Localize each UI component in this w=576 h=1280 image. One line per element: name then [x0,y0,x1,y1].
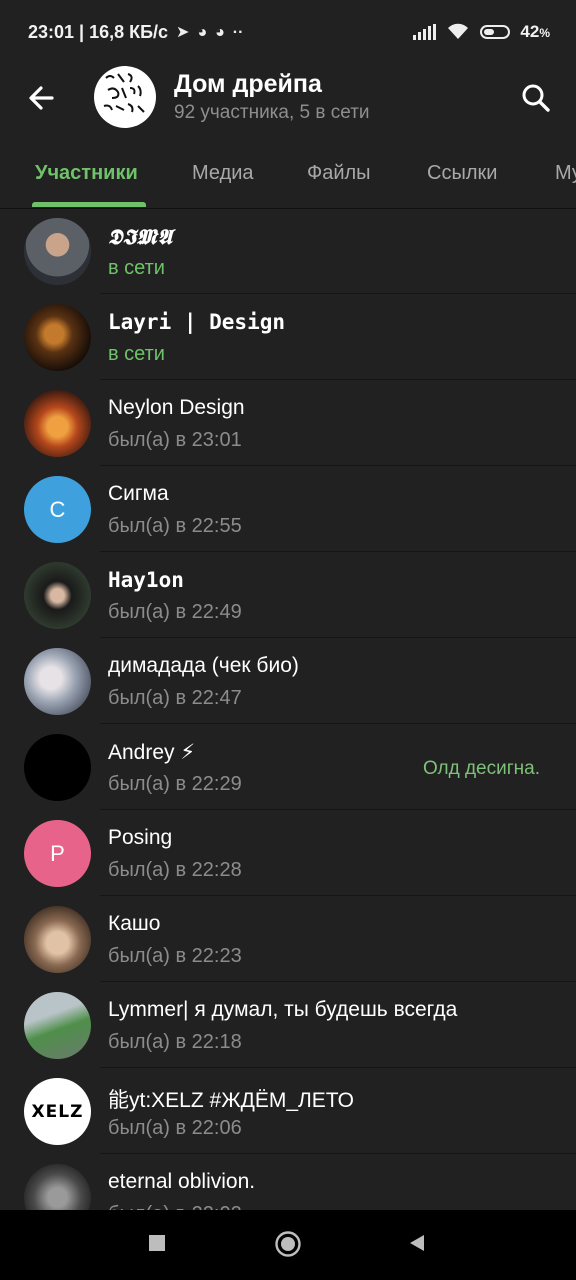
home-circle-icon[interactable] [274,1230,302,1258]
member-status: был(а) в 22:28 [108,859,242,881]
member-name: 𝕯𝕴𝕸𝕬 [108,224,174,249]
avatar [24,562,91,629]
back-arrow-icon[interactable] [22,78,62,118]
chat-subtitle: 92 участника, 5 в сети [174,102,370,123]
status-right: 42% [413,22,550,42]
profile-tabs: Участники Медиа Файлы Ссылки Му [0,146,576,209]
member-status: был(а) в 22:06 [108,1117,242,1139]
member-status: был(а) в 23:01 [108,429,242,451]
member-row[interactable]: Кашо был(а) в 22:23 [0,896,576,982]
avatar: XELZ [24,1078,91,1145]
member-status: был(а) в 22:23 [108,945,242,967]
member-name: Layri | Design [108,310,286,334]
avatar [24,218,91,285]
member-role-badge: Олд десигна. [422,758,540,779]
member-status: в сети [108,343,165,365]
tab-files[interactable]: Файлы [307,162,371,185]
member-status: в сети [108,257,165,279]
member-name: Neylon Design [108,396,245,419]
avatar [24,304,91,371]
member-row[interactable]: 𝕯𝕴𝕸𝕬 в сети [0,208,576,294]
member-status: был(а) в 22:29 [108,773,242,795]
chat-header: Дом дрейпа 92 участника, 5 в сети [0,64,576,136]
member-row[interactable]: Neylon Design был(а) в 23:01 [0,380,576,466]
more-notifications-icon: ·· [232,23,244,41]
status-bar: 23:01 | 16,8 КБ/с ➤ ◕ ◕ ·· 42% [0,0,576,64]
wifi-icon [448,23,469,39]
member-row[interactable]: Lymmer| я думал, ты будешь всегда был(а)… [0,982,576,1068]
member-row[interactable]: P Posing был(а) в 22:28 [0,810,576,896]
discord-icon-2: ◕ [215,23,225,41]
member-name: eternal oblivion. [108,1170,256,1193]
member-name: Сигма [108,482,169,505]
avatar-letter: С [24,476,91,543]
avatar-letter: P [24,820,91,887]
member-row[interactable]: Layri | Design в сети [0,294,576,380]
member-row[interactable]: Hay1on был(а) в 22:49 [0,552,576,638]
avatar [24,906,91,973]
avatar [24,648,91,715]
member-status: был(а) в 22:55 [108,515,242,537]
member-name: Кашо [108,912,161,935]
member-name: Andrey ⚡ [108,741,196,764]
avatar [24,992,91,1059]
tab-links[interactable]: Ссылки [427,162,497,185]
tab-music[interactable]: Му [555,162,576,185]
discord-icon: ◕ [197,23,208,41]
back-triangle-icon[interactable] [406,1232,428,1254]
group-avatar[interactable] [94,66,156,128]
telegram-icon: ➤ [176,23,190,41]
avatar [24,734,91,801]
group-avatar-scribble [103,73,145,113]
member-list: 𝕯𝕴𝕸𝕬 в сети Layri | Design в сети Neylon… [0,208,576,1240]
member-name: Lymmer| я думал, ты будешь всегда [108,998,458,1021]
recents-square-icon[interactable] [146,1232,168,1254]
member-name: димадада (чек био) [108,654,299,677]
member-status: был(а) в 22:47 [108,687,242,709]
system-navigation-bar [0,1210,576,1280]
member-name: Hay1on [108,568,184,592]
member-status: был(а) в 22:18 [108,1031,242,1053]
avatar-logo-text: XELZ [31,1101,84,1122]
battery-icon [480,25,511,39]
member-name: Posing [108,826,173,849]
member-name: 能yt:XELZ #ЖДЁМ_ЛЕТО [108,1089,355,1112]
member-row[interactable]: Andrey ⚡ был(а) в 22:29 Олд десигна. [0,724,576,810]
battery-level: 42% [520,22,550,41]
member-row[interactable]: димадада (чек био) был(а) в 22:47 [0,638,576,724]
member-row[interactable]: С Сигма был(а) в 22:55 [0,466,576,552]
tab-members[interactable]: Участники [35,162,138,185]
search-icon[interactable] [516,78,556,118]
signal-icon [413,24,437,40]
member-status: был(а) в 22:49 [108,601,242,623]
avatar [24,390,91,457]
chat-title[interactable]: Дом дрейпа [174,70,322,99]
status-left: 23:01 | 16,8 КБ/с ➤ ◕ ◕ ·· [28,22,243,43]
tab-media[interactable]: Медиа [192,162,254,185]
active-tab-indicator [32,202,146,207]
member-row[interactable]: XELZ 能yt:XELZ #ЖДЁМ_ЛЕТО был(а) в 22:06 [0,1068,576,1154]
time-network-speed: 23:01 | 16,8 КБ/с [28,22,169,42]
